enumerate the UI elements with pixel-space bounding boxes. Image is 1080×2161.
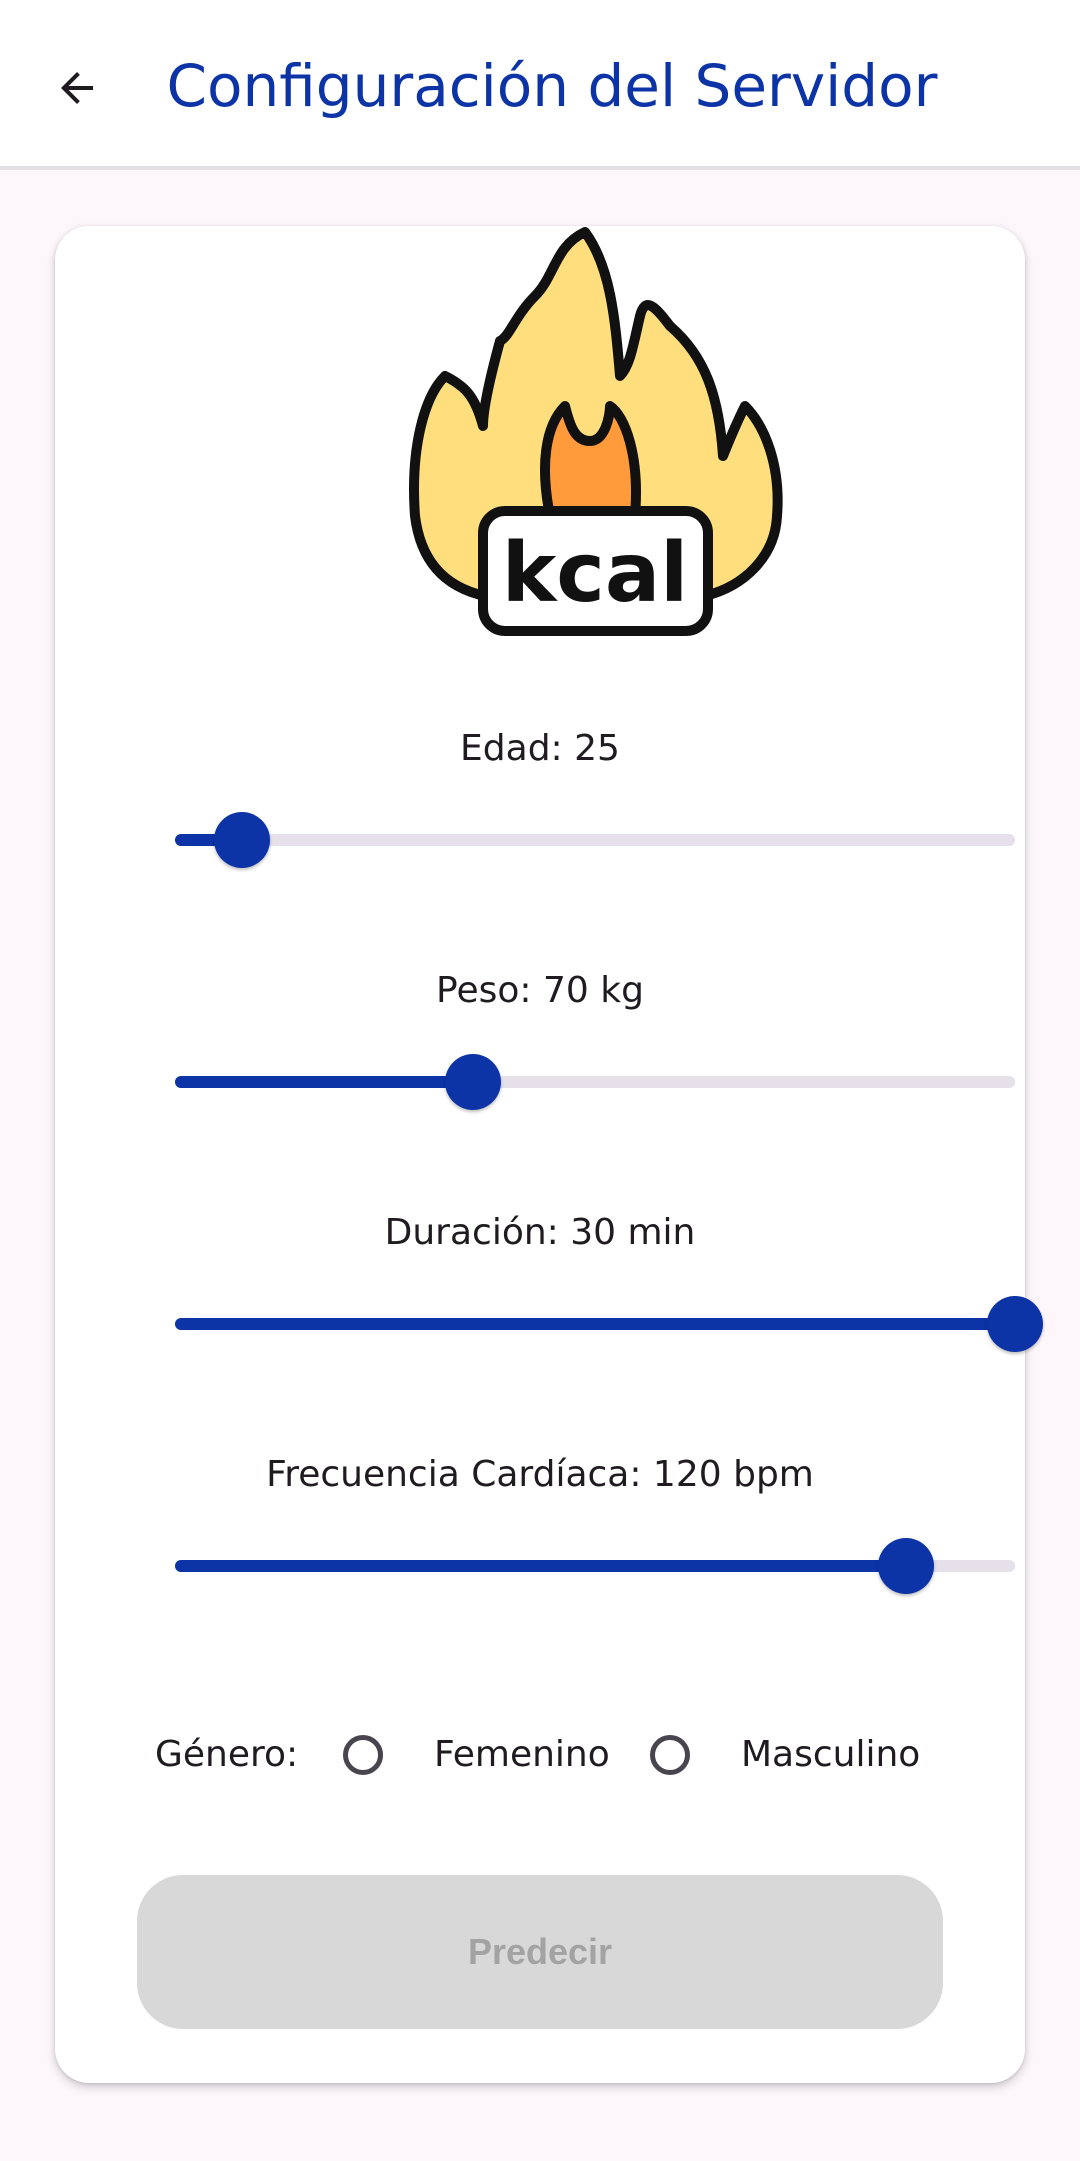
- slider-thumb[interactable]: [877, 1538, 934, 1594]
- predict-button[interactable]: Predecir: [137, 1875, 943, 2029]
- slider-fill: [175, 1560, 906, 1572]
- heart-rate-slider[interactable]: [175, 1531, 1015, 1601]
- radio-masculino[interactable]: [650, 1735, 690, 1775]
- radio-femenino[interactable]: [343, 1735, 383, 1775]
- radio-label-masculino[interactable]: Masculino: [741, 1720, 920, 1790]
- duration-label: Duración: 30 min: [384, 1212, 696, 1253]
- heart-rate-label: Frecuencia Cardíaca: 120 bpm: [266, 1454, 814, 1495]
- weight-slider[interactable]: [175, 1047, 1015, 1117]
- settings-card: kcal Edad: 25 Peso: 70 kg Duración: 30 m…: [55, 226, 1043, 2083]
- slider-fill: [175, 1318, 1015, 1330]
- radio-label-femenino[interactable]: Femenino: [434, 1720, 610, 1790]
- age-label: Edad: 25: [460, 728, 620, 769]
- app-bar: Configuración del Servidor: [0, 0, 1080, 170]
- slider-thumb[interactable]: [987, 1296, 1043, 1352]
- age-slider[interactable]: [175, 805, 1015, 875]
- gender-label: Género:: [155, 1734, 299, 1775]
- slider-track: [175, 834, 1015, 846]
- duration-slider[interactable]: [175, 1289, 1043, 1359]
- weight-label: Peso: 70 kg: [436, 970, 644, 1011]
- slider-thumb[interactable]: [445, 1054, 502, 1110]
- kcal-flame-icon: kcal: [409, 227, 783, 636]
- gender-row: Género: Femenino Masculino: [55, 1720, 1025, 1790]
- logo-text: kcal: [502, 526, 689, 621]
- slider-thumb[interactable]: [214, 812, 271, 868]
- slider-fill: [175, 1076, 474, 1088]
- page-title: Configuración del Servidor: [166, 52, 938, 120]
